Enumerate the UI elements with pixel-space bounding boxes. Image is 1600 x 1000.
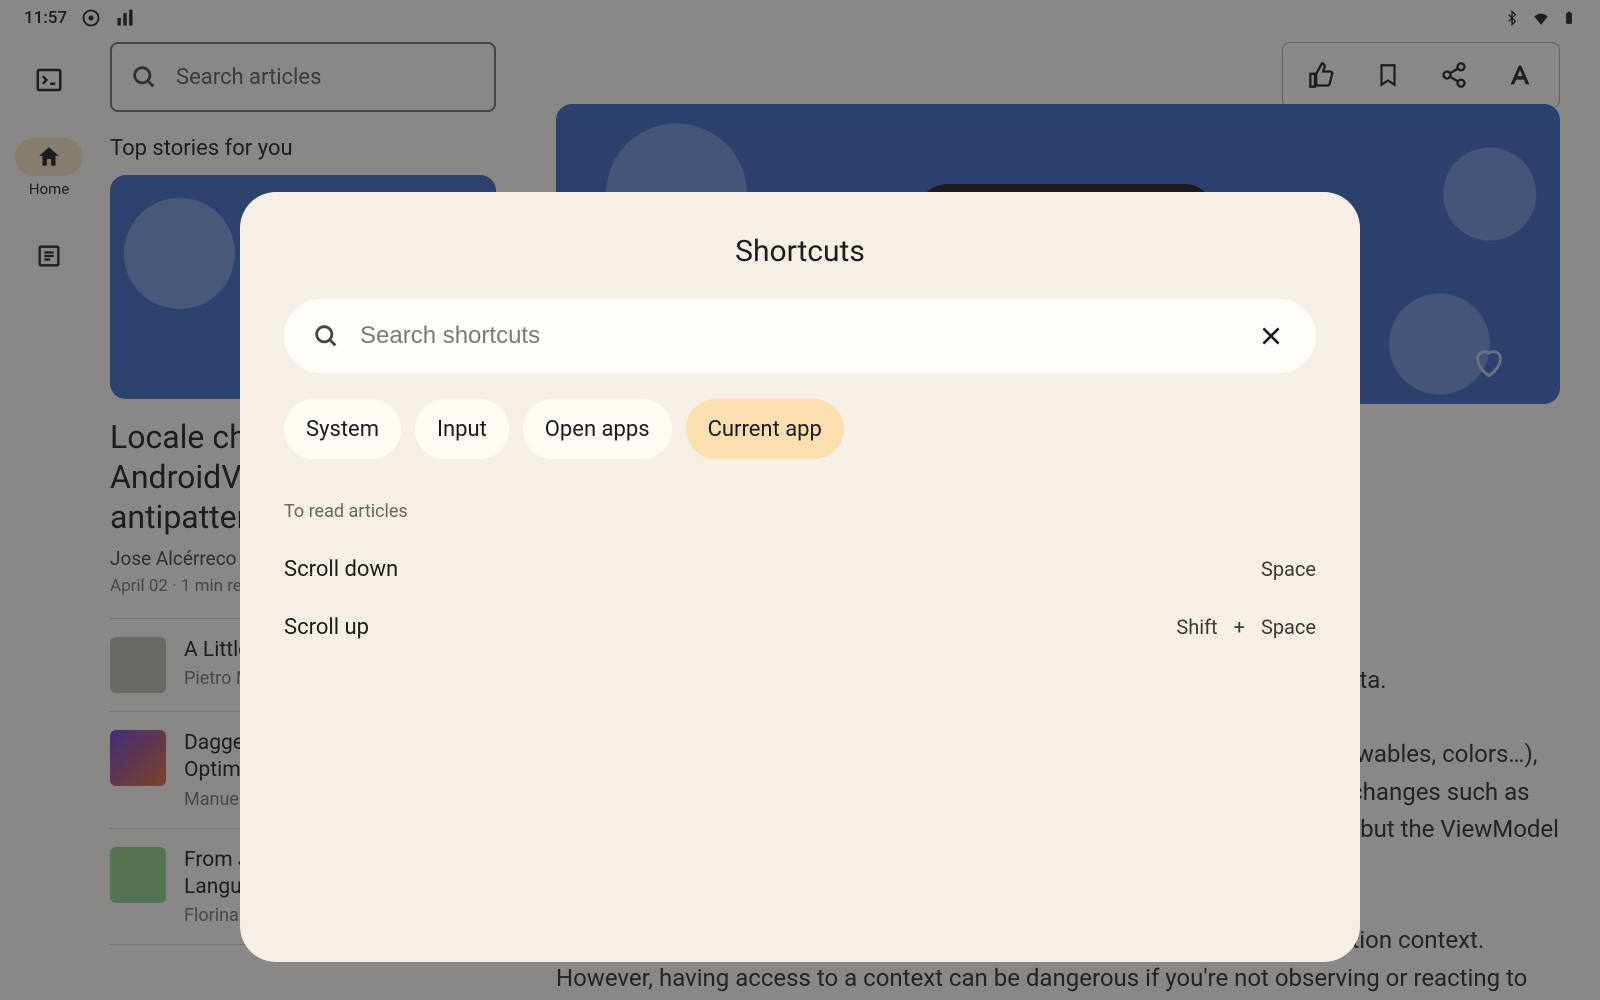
shortcuts-dialog: Shortcuts SystemInputOpen appsCurrent ap… <box>240 192 1360 962</box>
search-icon <box>312 322 340 350</box>
filter-chips: SystemInputOpen appsCurrent app <box>284 399 1316 459</box>
shortcut-row: Scroll down Space <box>284 540 1316 598</box>
clear-search-button[interactable] <box>1254 319 1288 353</box>
filter-chip-current-app[interactable]: Current app <box>686 399 844 459</box>
filter-chip-system[interactable]: System <box>284 399 401 459</box>
shortcut-key: Shift <box>1176 615 1217 639</box>
filter-chip-open-apps[interactable]: Open apps <box>523 399 672 459</box>
filter-chip-input[interactable]: Input <box>415 399 509 459</box>
key-plus: + <box>1234 615 1245 639</box>
shortcut-name: Scroll down <box>284 557 398 582</box>
dialog-title: Shortcuts <box>284 234 1316 269</box>
shortcuts-search-input[interactable] <box>360 322 1234 350</box>
shortcut-key: Space <box>1261 615 1316 639</box>
shortcuts-search-field[interactable] <box>284 299 1316 373</box>
shortcut-key: Space <box>1261 557 1316 581</box>
shortcuts-section-label: To read articles <box>284 501 1316 522</box>
shortcut-name: Scroll up <box>284 615 369 640</box>
shortcut-row: Scroll up Shift + Space <box>284 598 1316 656</box>
close-icon <box>1258 323 1284 349</box>
